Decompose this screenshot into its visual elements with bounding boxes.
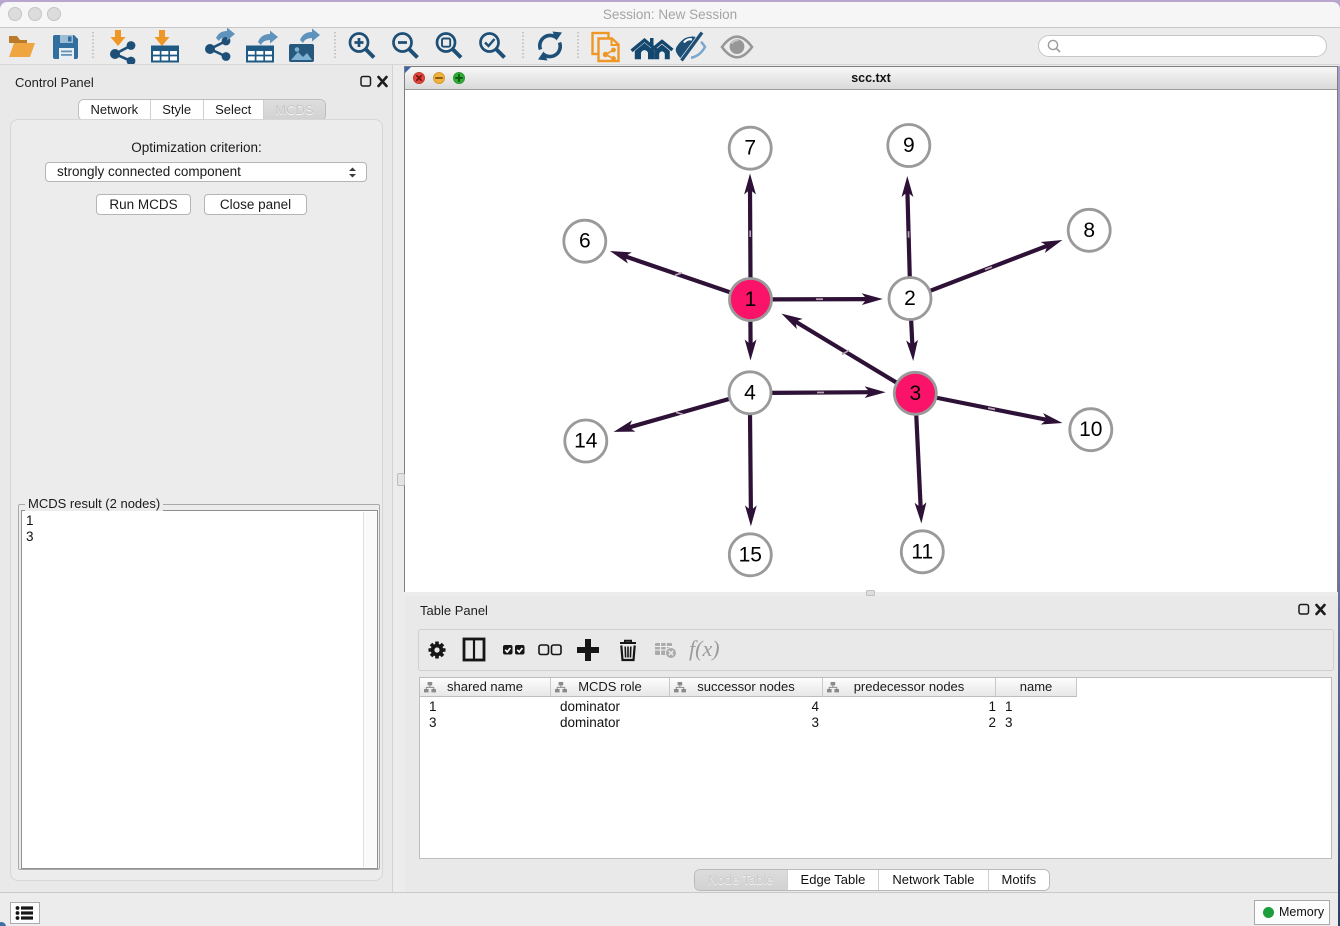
svg-text:4: 4 (744, 381, 756, 404)
svg-text:7: 7 (744, 137, 756, 160)
svg-text:f(x): f(x) (689, 636, 720, 661)
svg-text:8: 8 (1083, 219, 1095, 242)
svg-text:15: 15 (739, 543, 762, 566)
svg-text:10: 10 (1079, 418, 1102, 441)
svg-text:14: 14 (574, 430, 598, 453)
svg-text:3: 3 (909, 382, 921, 405)
svg-text:1: 1 (745, 288, 757, 311)
svg-text:11: 11 (911, 540, 933, 563)
svg-text:6: 6 (579, 230, 591, 253)
svg-text:2: 2 (904, 287, 916, 310)
svg-text:9: 9 (903, 134, 915, 157)
